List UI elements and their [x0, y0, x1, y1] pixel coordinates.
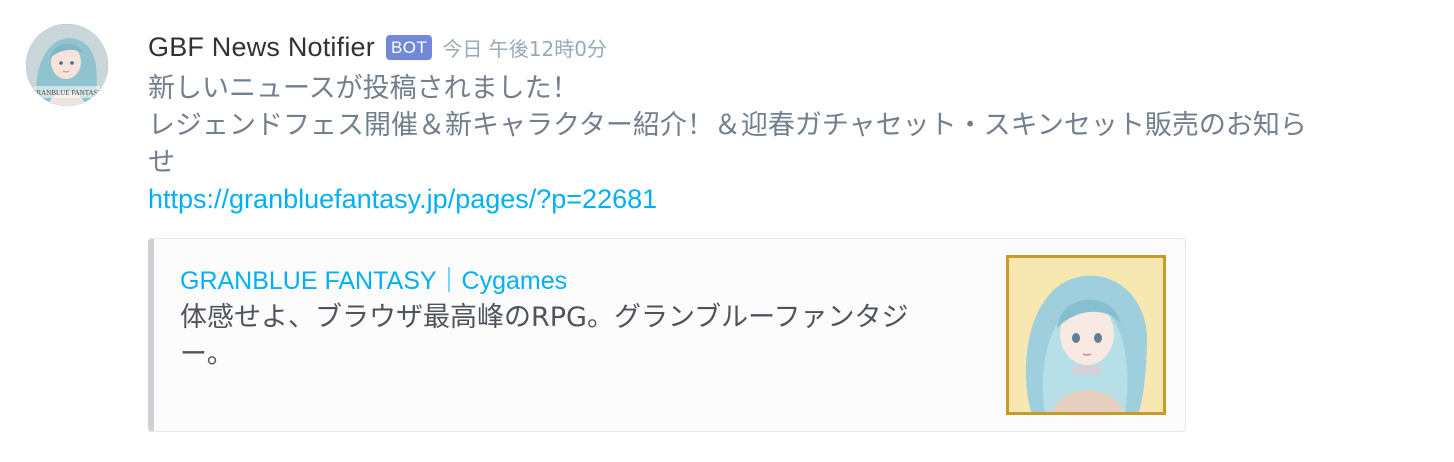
message-header: GBF News Notifier BOT 今日 午後12時0分 — [148, 28, 607, 66]
avatar-portrait-icon: GRANBLUE FANTASY — [26, 24, 108, 106]
embed-thumbnail[interactable] — [1006, 255, 1166, 415]
news-link[interactable]: https://granbluefantasy.jp/pages/?p=2268… — [148, 184, 657, 214]
bot-badge: BOT — [385, 34, 433, 60]
embed-provider[interactable]: GRANBLUE FANTASY｜Cygames — [180, 261, 567, 297]
embed-description-line: ー。 — [180, 339, 234, 370]
message-line: せ — [148, 147, 175, 178]
character-portrait-icon — [1009, 258, 1163, 412]
message-line: レジェンドフェス開催＆新キャラクター紹介！＆迎春ガチャセット・スキンセット販売の… — [148, 110, 1307, 141]
avatar[interactable]: GRANBLUE FANTASY — [26, 24, 108, 106]
message-content: 新しいニュースが投稿されました！ レジェンドフェス開催＆新キャラクター紹介！＆迎… — [148, 70, 1448, 218]
author-name[interactable]: GBF News Notifier — [148, 32, 375, 63]
message-timestamp: 今日 午後12時0分 — [442, 36, 607, 61]
link-embed: GRANBLUE FANTASY｜Cygames 体感せよ、ブラウザ最高峰のRP… — [148, 238, 1186, 432]
embed-description-line: 体感せよ、ブラウザ最高峰のRPG。グランブルーファンタジ — [180, 302, 909, 333]
embed-description: 体感せよ、ブラウザ最高峰のRPG。グランブルーファンタジ ー。 — [180, 299, 950, 373]
chat-message: GRANBLUE FANTASY GBF News Notifier BOT 今… — [0, 0, 1454, 462]
message-line: 新しいニュースが投稿されました！ — [148, 73, 579, 104]
avatar-logo-text: GRANBLUE FANTASY — [31, 89, 102, 97]
